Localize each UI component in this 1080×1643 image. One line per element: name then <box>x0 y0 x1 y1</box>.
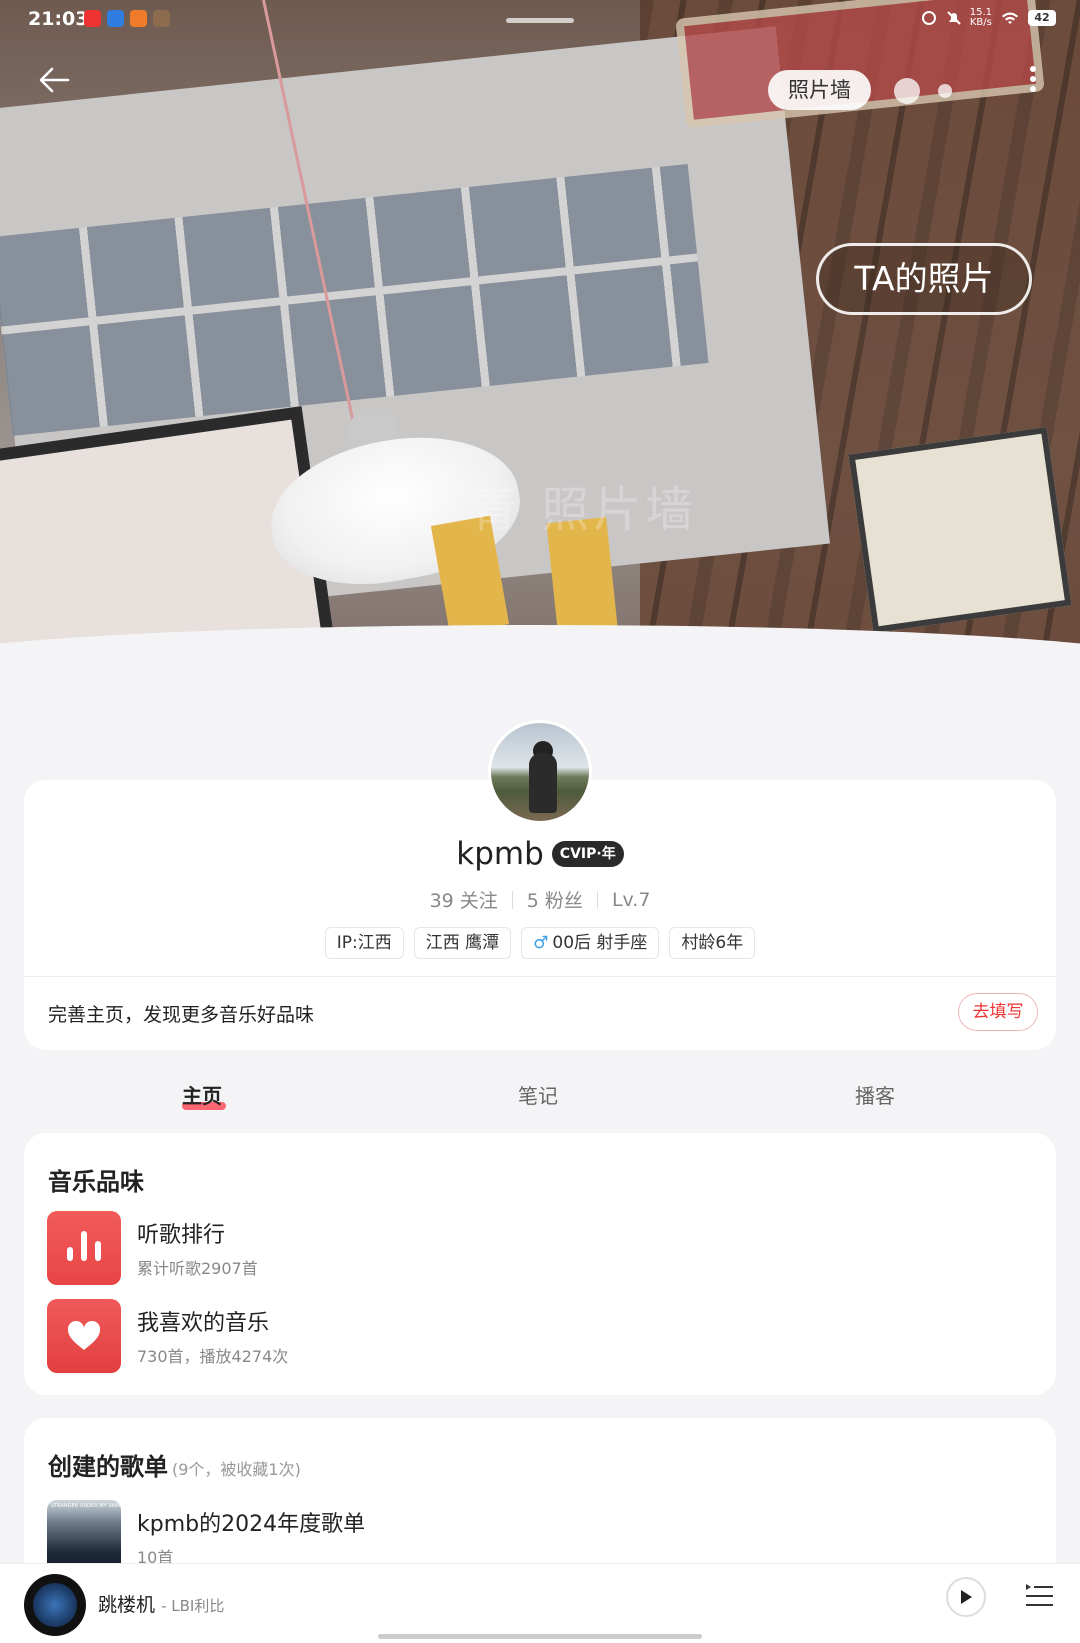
vip-badge[interactable]: CVIP·年 <box>551 841 624 867</box>
cover-text: STRANGER UNDER MY SKIN <box>51 1503 120 1509</box>
song-title: 跳楼机 <box>98 1594 156 1616</box>
arrow-left-icon <box>39 67 70 93</box>
page-dot-indicator <box>894 78 920 104</box>
profile-tabs: 主页 笔记 播客 <box>0 1080 1080 1130</box>
window-handle[interactable] <box>506 18 574 23</box>
complete-profile-prompt: 完善主页，发现更多音乐好品味 <box>48 1004 315 1026</box>
username: kpmb <box>456 836 544 872</box>
divider <box>596 890 598 909</box>
network-speed-unit: KB/s <box>969 17 992 28</box>
ta-photos-button[interactable]: TA的照片 <box>816 243 1032 315</box>
heart-icon <box>67 1321 101 1350</box>
playlist-text: kpmb的2024年度歌单 10首 <box>137 1506 365 1568</box>
created-playlists-meta: (9个，被收藏1次) <box>172 1460 301 1479</box>
cover-photo[interactable]: 青 照片墙 <box>0 0 1080 660</box>
status-time: 21:03 <box>28 8 89 30</box>
more-vertical-icon <box>1030 66 1036 72</box>
listening-rank-title: 听歌排行 <box>137 1223 226 1248</box>
playlist-queue-icon <box>1026 1584 1053 1606</box>
back-button[interactable] <box>32 58 76 102</box>
rank-bar <box>81 1231 87 1261</box>
play-button[interactable] <box>946 1577 986 1617</box>
tab-home[interactable]: 主页 <box>142 1080 262 1110</box>
liked-music-subtitle: 730首，播放4274次 <box>137 1347 289 1366</box>
mute-bell-icon <box>947 11 961 25</box>
tab-podcast[interactable]: 播客 <box>815 1080 935 1109</box>
page-dot-indicator <box>938 84 952 98</box>
card-divider <box>24 976 1056 977</box>
created-playlists-header: 创建的歌单 (9个，被收藏1次) <box>48 1447 301 1482</box>
sync-icon <box>921 11 936 25</box>
queue-button[interactable] <box>1023 1579 1055 1611</box>
listening-rank-text: 听歌排行 累计听歌2907首 <box>137 1217 258 1279</box>
more-vertical-icon <box>1030 86 1036 92</box>
tab-home-label: 主页 <box>182 1084 222 1108</box>
status-right-group: 15.1 KB/s 42 <box>920 8 1056 28</box>
stats-row: 39 关注 5 粉丝 Lv.7 <box>0 886 1080 913</box>
age-zodiac-label: 00后 射手座 <box>552 933 648 953</box>
rank-bar <box>67 1247 73 1261</box>
account-age-tag: 村龄6年 <box>669 927 756 959</box>
region-tag: 江西 鹰潭 <box>413 927 512 959</box>
photo-wall-button[interactable]: 照片墙 <box>768 70 871 110</box>
liked-music-cover <box>47 1299 121 1373</box>
male-icon: ♂ <box>533 933 549 953</box>
ip-location-tag: IP:江西 <box>324 927 404 959</box>
tab-notes[interactable]: 笔记 <box>478 1080 598 1109</box>
notification-icons <box>84 10 170 27</box>
network-speed: 15.1 KB/s <box>970 8 992 28</box>
rank-bar <box>95 1241 101 1261</box>
music-taste-title: 音乐品味 <box>48 1168 144 1196</box>
bar-chart-icon <box>47 1211 121 1285</box>
username-row: kpmb CVIP·年 <box>0 836 1080 872</box>
song-artist: - LBI利比 <box>161 1597 225 1615</box>
tab-notes-label: 笔记 <box>518 1084 558 1108</box>
album-art <box>33 1583 77 1627</box>
messenger-app-icon <box>107 10 124 27</box>
mini-player[interactable]: 跳楼机 - LBI利比 <box>0 1563 1080 1643</box>
more-button[interactable] <box>1018 62 1048 96</box>
game-app-icon <box>153 10 170 27</box>
shopping-app-icon <box>130 10 147 27</box>
avatar[interactable] <box>488 720 592 824</box>
netease-app-icon <box>84 10 101 27</box>
created-playlists-title: 创建的歌单 <box>48 1453 168 1481</box>
more-vertical-icon <box>1030 76 1036 82</box>
fill-in-button[interactable]: 去填写 <box>958 993 1038 1031</box>
liked-music-title: 我喜欢的音乐 <box>137 1311 270 1336</box>
profile-tags: IP:江西 江西 鹰潭 ♂ 00后 射手座 村龄6年 <box>0 927 1080 959</box>
home-indicator[interactable] <box>378 1634 702 1639</box>
wifi-icon <box>1002 12 1018 24</box>
battery-indicator: 42 <box>1028 10 1056 26</box>
listening-rank-row[interactable]: 听歌排行 累计听歌2907首 <box>47 1211 258 1285</box>
tab-podcast-label: 播客 <box>855 1084 895 1108</box>
now-playing-info[interactable]: 跳楼机 - LBI利比 <box>98 1590 224 1617</box>
play-icon <box>961 1590 972 1604</box>
liked-music-text: 我喜欢的音乐 730首，播放4274次 <box>137 1305 288 1367</box>
avatar-person <box>529 753 557 813</box>
age-zodiac-tag: ♂ 00后 射手座 <box>521 927 660 959</box>
status-bar: 21:03 15.1 KB/s 42 <box>0 0 1080 40</box>
divider <box>511 890 513 909</box>
album-disc[interactable] <box>24 1574 86 1636</box>
photo-watermark: 青 照片墙 <box>470 482 698 538</box>
following-count[interactable]: 39 关注 <box>430 886 498 913</box>
liked-music-row[interactable]: 我喜欢的音乐 730首，播放4274次 <box>47 1299 288 1373</box>
listening-rank-subtitle: 累计听歌2907首 <box>137 1259 258 1278</box>
korean-poster-right <box>848 426 1072 634</box>
user-level[interactable]: Lv.7 <box>612 889 650 911</box>
playlist-title: kpmb的2024年度歌单 <box>137 1512 366 1537</box>
followers-count[interactable]: 5 粉丝 <box>527 886 583 913</box>
